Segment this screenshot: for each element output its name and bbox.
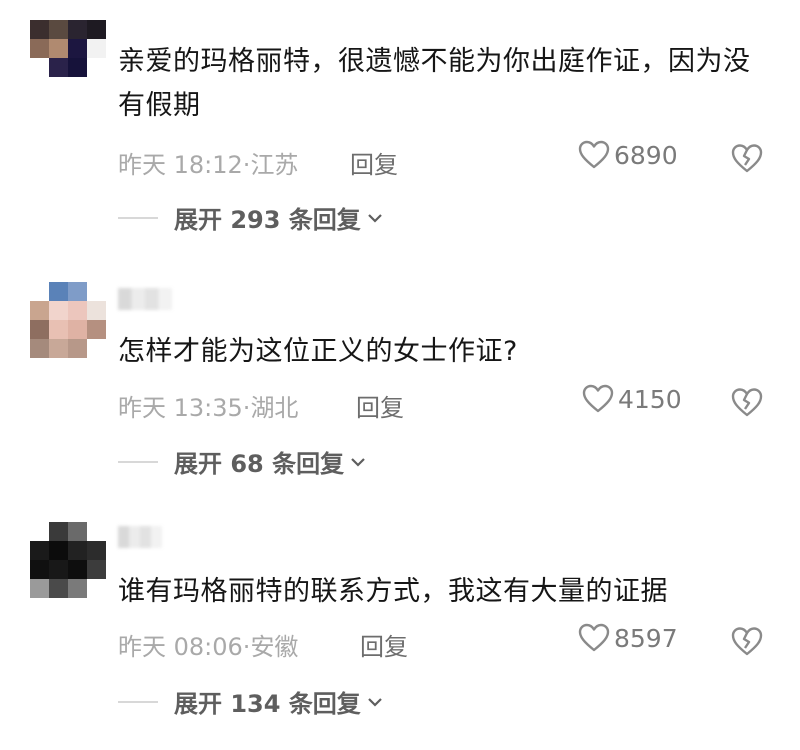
dislike-button[interactable] bbox=[730, 386, 764, 422]
expand-replies-label: 展开 134 条回复 bbox=[174, 690, 361, 718]
avatar[interactable] bbox=[30, 522, 106, 598]
broken-heart-icon bbox=[731, 388, 763, 417]
divider-line bbox=[118, 216, 158, 219]
like-count: 6890 bbox=[614, 140, 678, 170]
heart-outline-icon bbox=[582, 384, 614, 413]
avatar[interactable] bbox=[30, 20, 106, 96]
comment-time: 昨天 18:12 bbox=[118, 151, 243, 179]
comment-text: 亲爱的玛格丽特，很遗憾不能为你出庭作证，因为没有假期 bbox=[118, 46, 751, 121]
reply-button[interactable]: 回复 bbox=[356, 388, 404, 423]
like-button[interactable]: 6890 bbox=[578, 140, 678, 170]
reply-button[interactable]: 回复 bbox=[350, 145, 398, 180]
comment-location: 安徽 bbox=[250, 633, 299, 661]
comment-meta: 昨天 18:12·江苏 bbox=[118, 145, 298, 180]
broken-heart-icon bbox=[731, 627, 763, 656]
chevron-down-icon bbox=[368, 697, 382, 707]
expand-replies-label: 展开 293 条回复 bbox=[174, 206, 361, 234]
expand-replies-button[interactable]: 展开 134 条回复 bbox=[118, 684, 383, 719]
expand-replies-button[interactable]: 展开 68 条回复 bbox=[118, 444, 366, 479]
dislike-button[interactable] bbox=[730, 142, 764, 178]
comment-text: 怎样才能为这位正义的女士作证? bbox=[118, 336, 518, 367]
expand-replies-button[interactable]: 展开 293 条回复 bbox=[118, 200, 383, 235]
comment-text: 谁有玛格丽特的联系方式，我这有大量的证据 bbox=[118, 576, 668, 607]
like-count: 4150 bbox=[618, 384, 682, 414]
divider-line bbox=[118, 700, 158, 703]
avatar[interactable] bbox=[30, 282, 106, 358]
username-blurred[interactable] bbox=[118, 288, 172, 310]
reply-button[interactable]: 回复 bbox=[360, 627, 408, 662]
comment-time: 昨天 08:06 bbox=[118, 633, 243, 661]
comment-location: 江苏 bbox=[250, 151, 299, 179]
heart-outline-icon bbox=[578, 623, 610, 652]
like-count: 8597 bbox=[614, 623, 678, 653]
heart-outline-icon bbox=[578, 140, 610, 169]
comment-time: 昨天 13:35 bbox=[118, 394, 243, 422]
chevron-down-icon bbox=[368, 213, 382, 223]
comment-meta: 昨天 13:35·湖北 bbox=[118, 388, 298, 423]
comment-location: 湖北 bbox=[250, 394, 299, 422]
chevron-down-icon bbox=[351, 457, 365, 467]
expand-replies-label: 展开 68 条回复 bbox=[174, 450, 345, 478]
dislike-button[interactable] bbox=[730, 625, 764, 661]
comment-meta: 昨天 08:06·安徽 bbox=[118, 627, 298, 662]
username-blurred[interactable] bbox=[118, 526, 162, 548]
divider-line bbox=[118, 460, 158, 463]
like-button[interactable]: 8597 bbox=[578, 623, 678, 653]
like-button[interactable]: 4150 bbox=[582, 384, 682, 414]
broken-heart-icon bbox=[731, 144, 763, 173]
